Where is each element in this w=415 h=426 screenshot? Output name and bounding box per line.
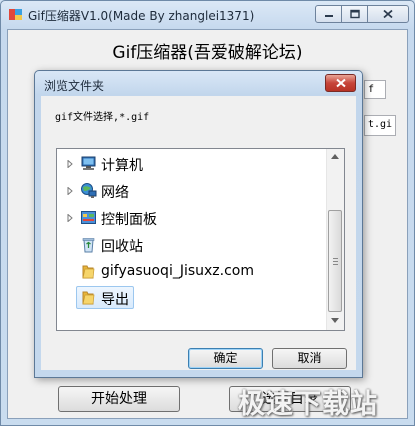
folder-icon — [82, 291, 95, 305]
chevron-up-icon — [331, 154, 339, 159]
scroll-up-button[interactable] — [327, 149, 344, 166]
expand-arrow-icon[interactable] — [67, 187, 73, 195]
tree-item-label: 导出 — [101, 292, 129, 308]
dialog-close-button[interactable] — [325, 74, 356, 92]
recycle-bin-icon — [82, 238, 95, 253]
folder-tree[interactable]: 计算机 网络 控制面板 回收站 gifyasuoqi_Jisuxz.com 导出 — [56, 148, 345, 331]
tree-item-export-folder[interactable]: 导出 — [57, 286, 327, 310]
ok-button[interactable]: 确定 — [188, 348, 263, 369]
tree-item-label: 计算机 — [101, 158, 143, 174]
close-icon — [335, 78, 346, 88]
grip-line — [333, 261, 338, 262]
cancel-button[interactable]: 取消 — [272, 348, 347, 369]
network-icon — [81, 183, 97, 198]
minimize-button[interactable] — [315, 5, 342, 23]
app-icon — [9, 9, 22, 20]
browse-folder-dialog: 浏览文件夹 gif文件选择,*.gif 计算机 网络 控制面板 回收站 gify… — [34, 70, 363, 378]
chevron-down-icon — [331, 318, 339, 323]
close-button[interactable] — [367, 5, 409, 23]
expand-arrow-icon[interactable] — [67, 160, 73, 168]
watermark-text: 极速下载站 — [238, 389, 378, 420]
close-icon — [383, 9, 393, 19]
tree-item-folder[interactable]: gifyasuoqi_Jisuxz.com — [57, 260, 327, 284]
start-process-button[interactable]: 开始处理 — [58, 386, 180, 412]
computer-icon — [81, 156, 96, 170]
tree-item-label: 控制面板 — [101, 212, 157, 228]
dialog-description: gif文件选择,*.gif — [55, 112, 150, 123]
minimize-icon — [324, 15, 333, 17]
window-title: Gif压缩器V1.0(Made By zhanglei1371) — [28, 9, 255, 23]
grip-line — [333, 258, 338, 259]
app-heading: Gif压缩器(吾爱破解论坛) — [112, 43, 303, 63]
scroll-down-button[interactable] — [327, 313, 344, 330]
tree-item-label: 回收站 — [101, 239, 143, 255]
main-title-bar[interactable]: Gif压缩器V1.0(Made By zhanglei1371) — [1, 1, 414, 29]
folder-icon — [82, 265, 95, 279]
tree-item-computer[interactable]: 计算机 — [57, 152, 327, 176]
expand-arrow-icon[interactable] — [67, 214, 73, 222]
tree-scrollbar[interactable] — [326, 149, 344, 330]
dialog-body: gif文件选择,*.gif 计算机 网络 控制面板 回收站 gifyasuoqi… — [41, 96, 356, 370]
tree-item-label: gifyasuoqi_Jisuxz.com — [101, 263, 255, 279]
grip-line — [333, 264, 338, 265]
tree-item-network[interactable]: 网络 — [57, 179, 327, 203]
maximize-icon — [349, 9, 360, 19]
pattern-input[interactable]: f — [364, 80, 386, 99]
scroll-thumb[interactable] — [328, 210, 342, 312]
tree-item-control-panel[interactable]: 控制面板 — [57, 206, 327, 230]
tree-item-recycle-bin[interactable]: 回收站 — [57, 233, 327, 257]
control-panel-icon — [81, 211, 96, 224]
maximize-button[interactable] — [341, 5, 368, 23]
output-name-input[interactable]: t.gi — [364, 115, 396, 136]
dialog-title: 浏览文件夹 — [44, 79, 105, 93]
tree-item-label: 网络 — [101, 185, 129, 201]
